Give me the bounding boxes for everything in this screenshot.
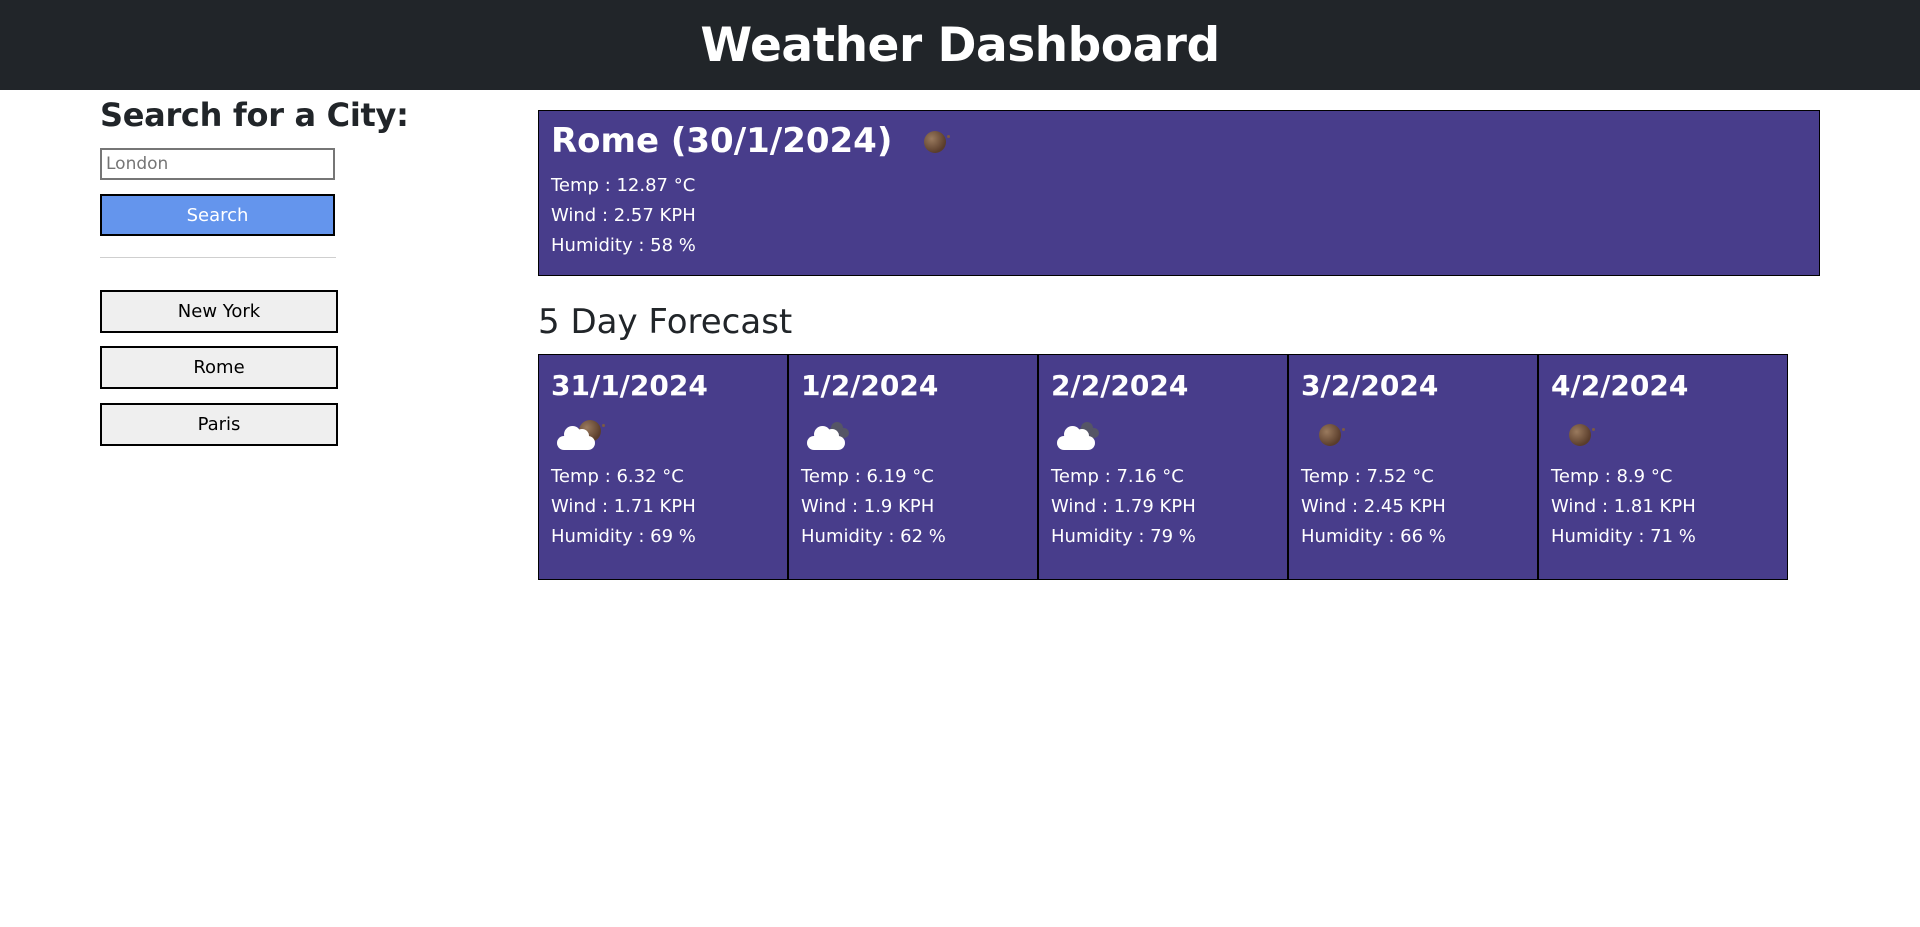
forecast-date: 4/2/2024 (1551, 369, 1689, 402)
current-humidity: Humidity : 58 % (551, 235, 696, 256)
search-button[interactable]: Search (100, 194, 335, 236)
sidebar-divider (100, 257, 336, 258)
history-item-rome[interactable]: Rome (100, 346, 338, 389)
clouds-icon (1051, 412, 1107, 456)
cloud-moon-icon (551, 412, 607, 456)
forecast-card: 1/2/2024 Temp : 6.19 °C Wind : 1.9 KPH H… (788, 354, 1038, 580)
forecast-humidity: Humidity : 66 % (1301, 526, 1446, 547)
current-city-date: Rome (30/1/2024) (551, 121, 893, 161)
current-temp: Temp : 12.87 °C (551, 175, 696, 196)
forecast-card: 3/2/2024 Temp : 7.52 °C Wind : 2.45 KPH … (1288, 354, 1538, 580)
moon-icon (1551, 412, 1607, 456)
forecast-temp: Temp : 6.19 °C (801, 466, 934, 487)
history-item-new-york[interactable]: New York (100, 290, 338, 333)
forecast-humidity: Humidity : 71 % (1551, 526, 1696, 547)
clouds-icon (801, 412, 857, 456)
forecast-wind: Wind : 1.71 KPH (551, 496, 696, 517)
city-search-input[interactable] (100, 148, 335, 180)
moon-icon (1301, 412, 1357, 456)
search-heading: Search for a City: (100, 96, 409, 134)
forecast-humidity: Humidity : 79 % (1051, 526, 1196, 547)
forecast-wind: Wind : 1.81 KPH (1551, 496, 1696, 517)
forecast-card: 2/2/2024 Temp : 7.16 °C Wind : 1.79 KPH … (1038, 354, 1288, 580)
forecast-date: 31/1/2024 (551, 369, 708, 402)
forecast-wind: Wind : 2.45 KPH (1301, 496, 1446, 517)
current-weather-card: Rome (30/1/2024) Temp : 12.87 °C Wind : … (538, 110, 1820, 276)
page-title: Weather Dashboard (700, 17, 1220, 73)
forecast-card: 4/2/2024 Temp : 8.9 °C Wind : 1.81 KPH H… (1538, 354, 1788, 580)
forecast-wind: Wind : 1.79 KPH (1051, 496, 1196, 517)
top-bar: Weather Dashboard (0, 0, 1920, 90)
forecast-card: 31/1/2024 Temp : 6.32 °C Wind : 1.71 KPH… (538, 354, 788, 580)
forecast-temp: Temp : 6.32 °C (551, 466, 684, 487)
current-wind: Wind : 2.57 KPH (551, 205, 696, 226)
forecast-date: 3/2/2024 (1301, 369, 1439, 402)
forecast-heading: 5 Day Forecast (538, 302, 793, 342)
forecast-humidity: Humidity : 62 % (801, 526, 946, 547)
forecast-temp: Temp : 7.52 °C (1301, 466, 1434, 487)
history-item-paris[interactable]: Paris (100, 403, 338, 446)
forecast-temp: Temp : 7.16 °C (1051, 466, 1184, 487)
moon-icon (914, 119, 970, 163)
forecast-temp: Temp : 8.9 °C (1551, 466, 1673, 487)
forecast-list: 31/1/2024 Temp : 6.32 °C Wind : 1.71 KPH… (538, 354, 1788, 580)
forecast-wind: Wind : 1.9 KPH (801, 496, 935, 517)
forecast-date: 1/2/2024 (801, 369, 939, 402)
forecast-date: 2/2/2024 (1051, 369, 1189, 402)
forecast-humidity: Humidity : 69 % (551, 526, 696, 547)
